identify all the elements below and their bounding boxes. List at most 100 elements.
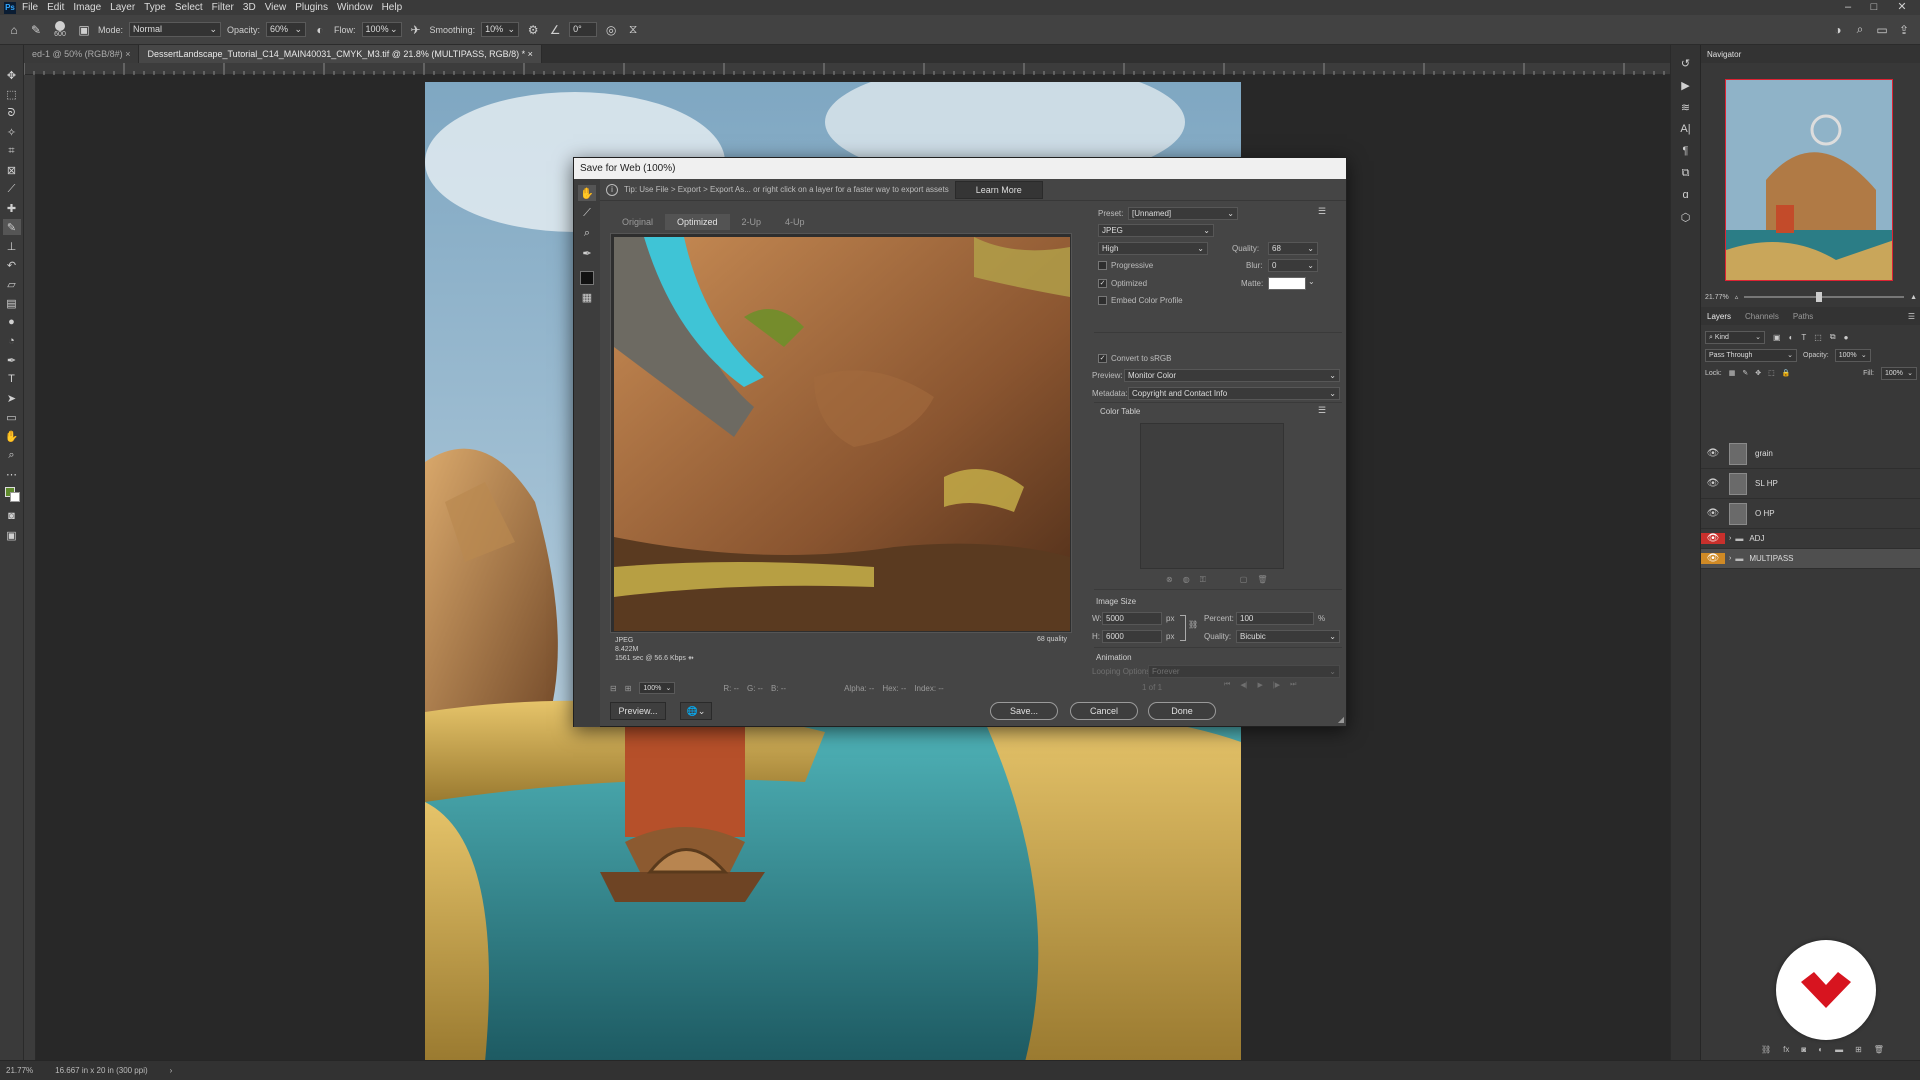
expand-arrow-icon[interactable]: › [1729, 535, 1731, 542]
close-tab-icon[interactable]: × [125, 49, 130, 59]
lock-position-icon[interactable]: ✥ [1755, 369, 1761, 377]
path-selection-tool-icon[interactable]: ➤ [3, 390, 21, 406]
chain-icon[interactable]: ⛓ [1188, 620, 1198, 629]
magic-wand-tool-icon[interactable]: ✧ [3, 124, 21, 140]
optimized-checkbox[interactable]: ✓ Optimized [1098, 279, 1147, 289]
menu-help[interactable]: Help [382, 2, 403, 13]
zoom-in-icon[interactable]: ⊞ [625, 684, 632, 693]
eyedropper-color-swatch[interactable] [580, 271, 594, 285]
home-icon[interactable]: ⌂ [6, 22, 22, 38]
quality-field[interactable]: 68 ⌄ [1268, 242, 1318, 255]
browser-select-icon[interactable]: 🌐⌄ [680, 702, 712, 720]
horizontal-ruler[interactable] [23, 63, 1670, 75]
dodge-tool-icon[interactable]: ◔ [3, 333, 21, 349]
smoothing-options-gear-icon[interactable]: ⚙ [525, 22, 541, 38]
layer-row[interactable]: 👁 grain [1701, 439, 1920, 469]
zoom-slider-handle[interactable] [1816, 292, 1823, 302]
visibility-eye-icon[interactable]: 👁 [1701, 478, 1725, 489]
learn-icon[interactable]: ◑ [1830, 22, 1846, 38]
resize-grip-icon[interactable]: ◢ [1338, 715, 1344, 724]
fill-field[interactable]: 100% ⌄ [1881, 366, 1917, 380]
link-layers-icon[interactable]: ⛓ [1761, 1045, 1771, 1057]
zoom-tool-icon[interactable]: ⌕ [578, 225, 596, 241]
zoom-out-icon[interactable]: ⊟ [610, 684, 617, 693]
healing-brush-tool-icon[interactable]: ✚ [3, 200, 21, 216]
pressure-size-icon[interactable]: ◎ [603, 22, 619, 38]
color-swatches[interactable] [3, 485, 21, 505]
blend-mode-select[interactable]: Pass Through ⌄ [1705, 348, 1797, 362]
glyphs-panel-icon[interactable]: ɑ [1677, 187, 1695, 203]
progressive-checkbox[interactable]: Progressive [1098, 261, 1153, 271]
lock-color-icon[interactable]: ⚿ [1200, 575, 1206, 585]
menu-3d[interactable]: 3D [243, 2, 256, 13]
document-tab[interactable]: ed-1 @ 50% (RGB/8#) × [24, 45, 140, 63]
tab-layers[interactable]: Layers [1707, 312, 1731, 321]
menu-edit[interactable]: Edit [47, 2, 64, 13]
filter-type-icon[interactable]: T [1801, 333, 1806, 342]
zoom-level-select[interactable]: 100% ⌄ [639, 682, 676, 694]
navigator-thumbnail[interactable] [1725, 79, 1893, 281]
tab-paths[interactable]: Paths [1793, 312, 1813, 321]
brush-tool-icon[interactable]: ✎ [2, 219, 21, 235]
menu-plugins[interactable]: Plugins [295, 2, 328, 13]
angle-field[interactable]: 0° [569, 22, 598, 37]
embed-profile-checkbox[interactable]: Embed Color Profile [1098, 296, 1183, 306]
menu-view[interactable]: View [265, 2, 287, 13]
zoom-out-mountain-icon[interactable]: ▵ [1735, 293, 1739, 301]
tab-2-up[interactable]: 2-Up [730, 214, 774, 230]
pen-tool-icon[interactable]: ✒ [3, 352, 21, 368]
resample-quality-select[interactable]: Bicubic ⌄ [1236, 630, 1340, 643]
delete-layer-icon[interactable]: 🗑 [1874, 1045, 1884, 1057]
add-mask-icon[interactable]: ◙ [1801, 1045, 1806, 1057]
slice-select-tool-icon[interactable]: ⟋ [578, 205, 596, 221]
visibility-eye-icon[interactable]: 👁 [1701, 508, 1725, 519]
brush-settings-icon[interactable]: ▣ [76, 22, 92, 38]
visibility-eye-icon[interactable]: 👁 [1701, 448, 1725, 459]
preview-in-browser-button[interactable]: Preview... [610, 702, 666, 720]
actions-panel-icon[interactable]: ▶ [1677, 77, 1695, 93]
adjustment-layer-icon[interactable]: ◐ [1818, 1045, 1823, 1057]
character-panel-icon[interactable]: A| [1677, 121, 1695, 137]
search-icon[interactable]: ⌕ [1852, 22, 1868, 38]
history-brush-tool-icon[interactable]: ↶ [3, 257, 21, 273]
fx-icon[interactable]: fx [1783, 1045, 1789, 1057]
layer-row[interactable]: 👁 SL HP [1701, 469, 1920, 499]
new-color-icon[interactable]: ▢ [1240, 575, 1248, 585]
matte-color-swatch[interactable] [1268, 277, 1306, 290]
navigator-title[interactable]: Navigator [1707, 50, 1741, 59]
lock-transparent-icon[interactable]: ▦ [1729, 369, 1736, 377]
menu-layer[interactable]: Layer [110, 2, 135, 13]
tab-optimized[interactable]: Optimized [665, 214, 730, 230]
close-window-button[interactable]: ✕ [1890, 0, 1914, 15]
percent-field[interactable]: 100 [1236, 612, 1314, 625]
quick-mask-icon[interactable]: ◙ [3, 508, 21, 524]
flow-field[interactable]: 100% ⌄ [361, 22, 402, 37]
airbrush-icon[interactable]: ✈ [408, 22, 424, 38]
stamp-tool-icon[interactable]: ⊥ [3, 238, 21, 254]
type-tool-icon[interactable]: T [3, 371, 21, 387]
zoom-in-mountain-icon[interactable]: ▲ [1910, 294, 1917, 301]
blur-tool-icon[interactable]: ● [3, 314, 21, 330]
menu-filter[interactable]: Filter [212, 2, 234, 13]
symmetry-icon[interactable]: ⧖ [625, 22, 641, 38]
preset-select[interactable]: [Unnamed] ⌄ [1128, 207, 1238, 220]
lock-artboard-icon[interactable]: ⬚ [1768, 369, 1775, 377]
visibility-eye-icon[interactable]: 👁 [1701, 553, 1725, 564]
height-field[interactable]: 6000 [1102, 630, 1162, 643]
layer-row[interactable]: 👁 O HP [1701, 499, 1920, 529]
optimize-menu-icon[interactable]: ☰ [1318, 206, 1326, 217]
visibility-eye-icon[interactable]: 👁 [1701, 533, 1725, 544]
layer-kind-filter[interactable]: ⌕ Kind ⌄ [1705, 330, 1765, 344]
menu-select[interactable]: Select [175, 2, 203, 13]
lasso-tool-icon[interactable]: ᘐ [3, 105, 21, 121]
new-layer-icon[interactable]: ⊞ [1855, 1045, 1862, 1057]
brush-preset-icon[interactable]: ✎ [28, 22, 44, 38]
filter-pixel-icon[interactable]: ▣ [1773, 333, 1781, 342]
learn-more-button[interactable]: Learn More [954, 180, 1043, 199]
hand-tool-icon[interactable]: ✋ [578, 185, 596, 201]
tab-original[interactable]: Original [610, 214, 665, 230]
pressure-opacity-icon[interactable]: ◐ [312, 22, 328, 38]
eyedropper-tool-icon[interactable]: ✒ [578, 245, 596, 261]
move-tool-icon[interactable]: ✥ [3, 67, 21, 83]
convert-srgb-check[interactable]: ✓ [1098, 354, 1107, 364]
